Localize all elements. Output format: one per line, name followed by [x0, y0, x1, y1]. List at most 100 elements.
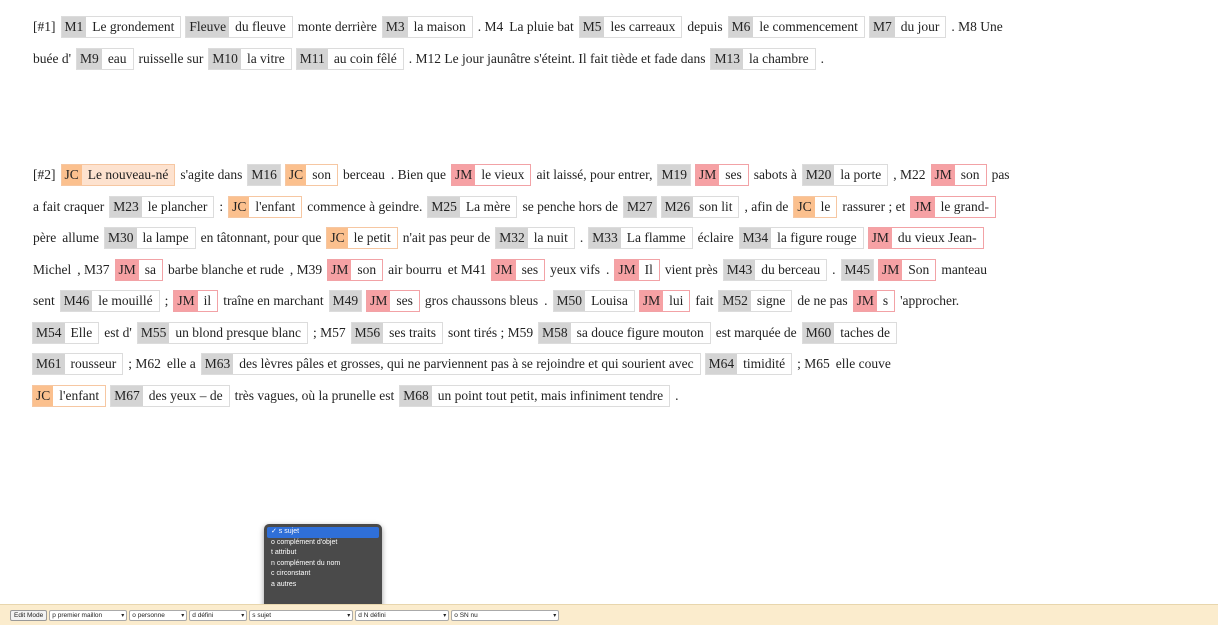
mention-tag[interactable]: M3: [382, 17, 408, 37]
mention-span[interactable]: JM son: [930, 164, 987, 186]
mention-tag[interactable]: M1: [61, 17, 87, 37]
mention-tag[interactable]: M32: [496, 228, 528, 248]
mention-span[interactable]: JC l'enfant: [228, 195, 303, 218]
mention-span[interactable]: JM ses: [366, 290, 420, 312]
mention-span[interactable]: M56 ses traits: [350, 321, 443, 344]
mention-tag[interactable]: JM: [931, 165, 955, 185]
mention-span[interactable]: JC Le nouveau-né: [60, 164, 176, 186]
mention-tag[interactable]: JM: [115, 259, 139, 280]
mention-span[interactable]: M16: [247, 164, 281, 186]
mention-tag[interactable]: JM: [911, 196, 935, 217]
mention-span[interactable]: M1 Le grondement: [60, 16, 182, 38]
mention-span[interactable]: JM ses: [491, 258, 546, 281]
mention-tag[interactable]: M60: [802, 322, 835, 343]
mention-tag[interactable]: JM: [452, 165, 476, 185]
mention-span[interactable]: JC l'enfant: [32, 384, 107, 407]
mention-span[interactable]: JM il: [173, 290, 219, 312]
mention-tag[interactable]: JM: [615, 259, 639, 280]
mention-tag[interactable]: M54: [33, 322, 65, 343]
mention-tag[interactable]: M49: [329, 291, 362, 311]
mention-tag[interactable]: M10: [209, 48, 241, 69]
mention-tag[interactable]: M63: [201, 354, 234, 374]
mention-span[interactable]: M54 Elle: [32, 321, 100, 344]
role-option[interactable]: o complément d'objet: [267, 538, 379, 549]
mention-span[interactable]: M30 la lampe: [103, 227, 196, 249]
mention-span[interactable]: M32 la nuit: [495, 227, 575, 249]
mention-span[interactable]: JM s: [852, 290, 896, 312]
role-option[interactable]: ✓ s sujet: [267, 527, 379, 538]
mention-tag[interactable]: M55: [137, 322, 170, 343]
mention-tag[interactable]: JM: [174, 291, 198, 311]
mention-tag[interactable]: M5: [579, 17, 605, 37]
mention-span[interactable]: JM sa: [114, 258, 164, 281]
maillon-select[interactable]: p premier maillon ▾: [49, 609, 128, 621]
role-option[interactable]: t attribut: [267, 548, 379, 559]
mention-span[interactable]: M61 rousseur: [32, 353, 124, 375]
mention-tag[interactable]: M7: [869, 17, 895, 37]
mention-span[interactable]: M11 au coin fêlé: [295, 47, 404, 70]
mention-span[interactable]: JM lui: [638, 290, 691, 312]
mention-span[interactable]: M68 un point tout petit, mais infiniment …: [399, 384, 671, 407]
role-option[interactable]: n complément du nom: [267, 559, 379, 570]
mention-span[interactable]: M60 taches de: [801, 321, 898, 344]
mention-span[interactable]: M50 Louisa: [552, 290, 635, 312]
mention-tag[interactable]: M9: [77, 48, 102, 69]
mention-span[interactable]: JC le: [793, 195, 838, 218]
mention-span[interactable]: M19: [657, 164, 691, 186]
mention-span[interactable]: M67 des yeux – de: [110, 384, 230, 407]
mention-tag[interactable]: JM: [879, 259, 903, 280]
mention-span[interactable]: M33 La flamme: [588, 227, 693, 249]
mention-span[interactable]: M25 La mère: [427, 195, 518, 218]
personne-select[interactable]: o personne ▾: [129, 609, 188, 621]
sn-select[interactable]: o SN nu ▾: [451, 609, 560, 621]
mention-span[interactable]: M52 signe: [718, 290, 793, 312]
mention-tag[interactable]: JC: [285, 165, 307, 185]
edit-mode-button[interactable]: Edit Mode: [10, 609, 48, 621]
mention-tag[interactable]: M43: [723, 259, 756, 280]
mention-tag[interactable]: JM: [367, 291, 391, 311]
mention-span[interactable]: M9 eau: [76, 47, 134, 70]
mention-tag[interactable]: M30: [104, 228, 137, 248]
mention-span[interactable]: JM son: [327, 258, 384, 281]
mention-tag[interactable]: JM: [492, 259, 516, 280]
mention-tag[interactable]: M20: [802, 165, 835, 185]
mention-span[interactable]: JM Il: [614, 258, 660, 281]
mention-span[interactable]: M27: [623, 195, 657, 218]
role-option[interactable]: c circonstant: [267, 569, 379, 580]
role-dropdown-menu[interactable]: ✓ s sujet o complément d'objet t attribut n…: [264, 524, 382, 613]
role-option[interactable]: a autres: [267, 580, 379, 591]
mention-span[interactable]: M64 timidité: [704, 353, 793, 375]
mention-tag[interactable]: M13: [711, 48, 743, 69]
mention-tag[interactable]: M68: [400, 385, 432, 406]
mention-tag[interactable]: JM: [639, 291, 664, 311]
n-defini-select[interactable]: d N défini ▾: [355, 609, 450, 621]
mention-tag[interactable]: M6: [728, 17, 754, 37]
mention-tag[interactable]: M11: [296, 48, 328, 69]
mention-tag[interactable]: M16: [248, 165, 280, 185]
mention-span[interactable]: M10 la vitre: [208, 47, 292, 70]
mention-tag[interactable]: JC: [327, 228, 348, 248]
mention-tag[interactable]: M46: [60, 291, 93, 311]
mention-span[interactable]: JM le grand-: [910, 195, 996, 218]
mention-tag[interactable]: JM: [328, 259, 352, 280]
mention-tag[interactable]: M27: [624, 196, 656, 217]
mention-tag[interactable]: M45: [841, 259, 874, 280]
mention-tag[interactable]: M56: [351, 322, 384, 343]
mention-span[interactable]: JM le vieux: [451, 164, 532, 186]
mention-span[interactable]: M13 la chambre: [710, 47, 816, 70]
mention-span[interactable]: M5 les carreaux: [578, 16, 683, 38]
mention-span[interactable]: M49: [328, 290, 363, 312]
mention-span[interactable]: JC le petit: [326, 227, 398, 249]
fonction-select[interactable]: s sujet ▾: [249, 609, 354, 621]
mention-tag[interactable]: M67: [111, 385, 143, 406]
mention-tag[interactable]: JM: [868, 228, 892, 248]
mention-span[interactable]: M55 un blond presque blanc: [136, 321, 308, 344]
mention-tag[interactable]: JC: [33, 385, 54, 406]
definitude-select[interactable]: d défini ▾: [189, 609, 248, 621]
mention-tag[interactable]: M25: [428, 196, 460, 217]
mention-span[interactable]: M45: [840, 258, 875, 281]
mention-span[interactable]: M7 du jour: [868, 16, 947, 38]
mention-span[interactable]: M43 du berceau: [722, 258, 828, 281]
mention-span[interactable]: M23 le plancher: [109, 195, 215, 218]
mention-span[interactable]: M46 le mouillé: [59, 290, 160, 312]
